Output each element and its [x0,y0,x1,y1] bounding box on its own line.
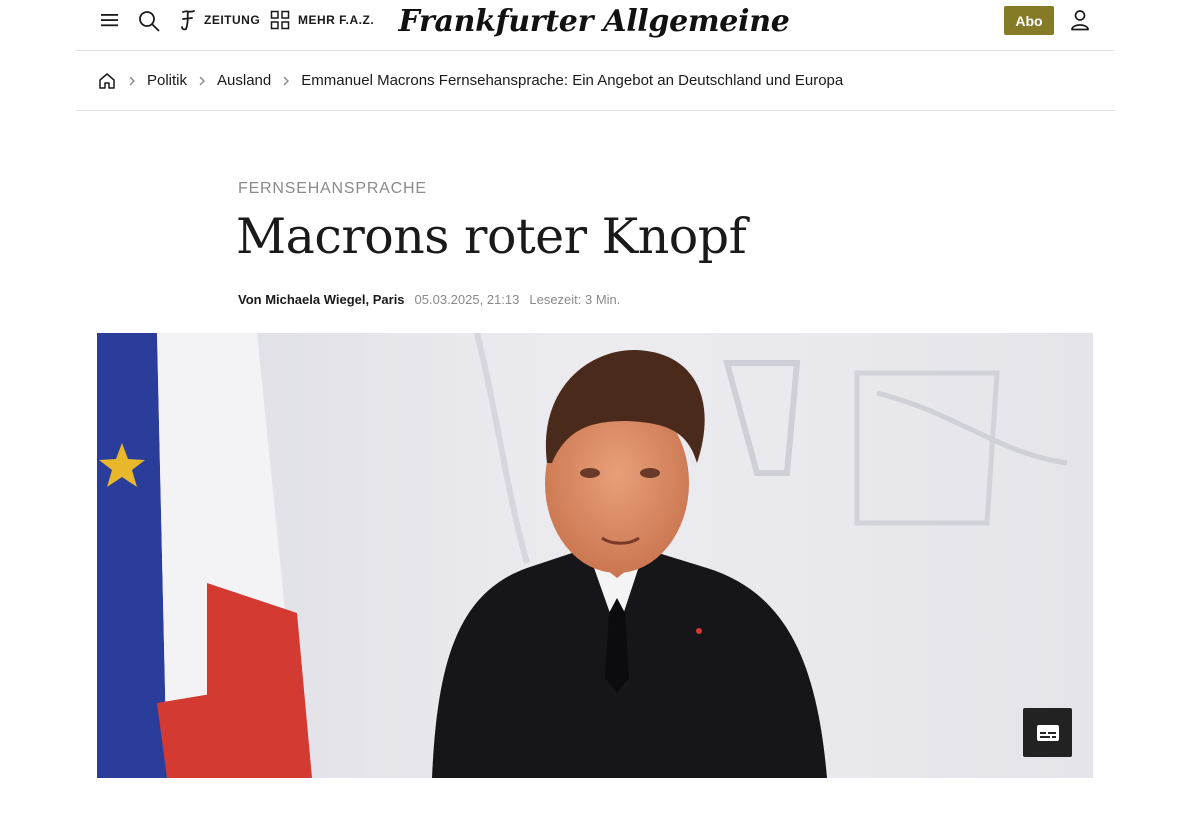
chevron-right-icon [199,76,206,85]
article-date: 05.03.2025, 21:13 [414,292,520,307]
breadcrumb-home[interactable] [97,71,117,91]
grid-icon [270,10,290,30]
zeitung-label: ZEITUNG [204,13,261,27]
user-account-button[interactable] [1068,8,1092,32]
hero-photo-illustration [97,333,1093,778]
home-icon [99,72,115,89]
article-title: Macrons roter Knopf [236,208,747,265]
mehr-faz-label: MEHR F.A.Z. [298,13,375,27]
zeitung-link[interactable]: ZEITUNG [180,8,260,32]
mehr-faz-link[interactable]: MEHR F.A.Z. [270,8,374,32]
breadcrumb-separator [187,73,217,89]
article-byline: Von Michaela Wiegel, Paris 05.03.2025, 2… [238,292,620,307]
subtitles-button[interactable] [1023,708,1072,757]
menu-button[interactable] [98,8,122,32]
faz-f-icon [181,10,195,31]
breadcrumb-separator [271,73,301,89]
breadcrumb: Politik Ausland Emmanuel Macrons Fernseh… [76,51,1115,111]
abo-button[interactable]: Abo [1004,6,1054,35]
search-icon [139,11,160,32]
hero-image[interactable] [97,333,1093,778]
subtitles-icon [1036,724,1059,741]
top-navigation-bar: ZEITUNG MEHR F.A.Z. Frankfurter Allgemei… [76,0,1115,51]
user-icon [1071,10,1089,31]
menu-icon [101,14,118,27]
chevron-right-icon [283,76,290,85]
breadcrumb-item-current-article: Emmanuel Macrons Fernsehansprache: Ein A… [301,72,844,89]
reading-time: Lesezeit: 3 Min. [529,292,621,307]
breadcrumb-item-politik[interactable]: Politik [147,72,187,89]
article-author[interactable]: Von Michaela Wiegel, Paris [238,292,405,307]
breadcrumb-item-ausland[interactable]: Ausland [217,72,271,89]
breadcrumb-separator [117,73,147,89]
chevron-right-icon [129,76,135,85]
search-button[interactable] [136,8,162,34]
article-kicker: FERNSEHANSPRACHE [238,180,427,197]
faz-logo[interactable]: Frankfurter Allgemeine [399,1,790,41]
